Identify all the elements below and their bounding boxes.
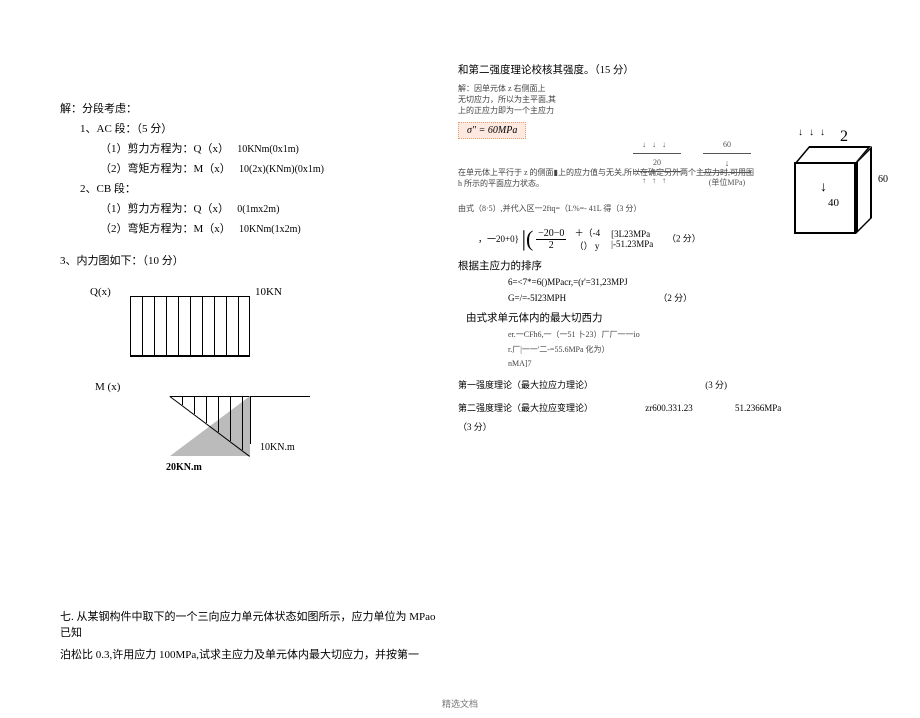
intro: 解：分段考虑： xyxy=(60,100,440,116)
hatch-line xyxy=(182,396,183,405)
sec1-q-expr: 10KNm(0x1m) xyxy=(237,144,299,155)
hatch-line xyxy=(178,296,179,356)
sec2-m-label: （2）弯矩方程为：M（x） xyxy=(100,223,231,235)
score-2a: （2 分） xyxy=(667,234,701,244)
tau-a: er.一CFh6,一（一51 卜23）厂厂一一io xyxy=(458,329,898,340)
bar-icon xyxy=(633,153,681,154)
ten-kn-label: 10KN xyxy=(255,286,282,298)
sec2-q-expr: 0(1mx2m) xyxy=(237,204,279,215)
right-para1a: 解：因单元体 z 右侧面上 xyxy=(458,83,898,94)
sigma-box: σ" = 60MPa xyxy=(458,122,526,139)
cube-label-2: 2 xyxy=(840,128,848,146)
shear-axis xyxy=(130,356,250,357)
right-para1c: 上的正应力即为一个主应力 xyxy=(458,105,898,116)
sec1-m-label: （2）弯矩方程为：M（x） xyxy=(100,163,231,175)
hatch-line xyxy=(218,396,219,432)
bracket-b: |-51.23MPa xyxy=(611,239,653,249)
frac-num: −20−0 xyxy=(536,228,566,240)
moment-diagram: M (x) 10KN.m 20KN.m xyxy=(130,376,330,496)
cube-label-40: 40 xyxy=(828,197,839,209)
hatch-line xyxy=(202,296,203,356)
frac-y: （） y xyxy=(575,241,600,251)
sec2-q-label: （1）剪力方程为：Q（x） xyxy=(100,203,229,215)
right-column: 和第二强度理论校核其强度。（15 分） 解：因单元体 z 右侧面上 无切应力，所… xyxy=(458,62,898,437)
cube-front-face xyxy=(794,162,856,234)
fraction: −20−0 2 xyxy=(536,228,566,251)
arrows-icon: ↓↓↓ xyxy=(633,140,681,149)
bar-icon xyxy=(703,172,751,173)
hatch-line xyxy=(226,296,227,356)
q-of-x-label: Q(x) xyxy=(90,286,111,298)
sec2-q-row: （1）剪力方程为：Q（x） 0(1mx2m) xyxy=(60,200,440,216)
theory1-row: 第一强度理论（最大拉应力理论） (3 分) xyxy=(458,378,898,391)
shear-diagram: Q(x) 10KN xyxy=(130,286,290,366)
hatch-line xyxy=(238,296,239,356)
sec2-m-expr: 10KNm(1x2m) xyxy=(239,224,301,235)
theory2-val: zr600.331.23 xyxy=(645,403,693,413)
cube-down-arrows-icon: ↓↓↓ xyxy=(798,127,831,138)
arrows-icon: ↑↑↑ xyxy=(633,176,681,185)
hatch-line xyxy=(194,396,195,414)
theory2-row: 第二强度理论（最大拉应变理论） zr600.331.23 51.2366MPa xyxy=(458,401,898,414)
bracket-a: [3L23MPa xyxy=(611,229,650,239)
hatch-line xyxy=(230,396,231,441)
hatch-line xyxy=(190,296,191,356)
twenty-knm-label: 20KN.m xyxy=(166,462,202,473)
sort-b-text: G=/=-5I23MPH xyxy=(508,293,566,303)
cube-label-60: 60 xyxy=(878,174,888,185)
hatch-line xyxy=(154,296,155,356)
theory1-score: (3 分) xyxy=(705,380,727,390)
sort-b: G=/=-5I23MPH （2 分） xyxy=(458,291,898,304)
theory2-label: 第二强度理论（最大拉应变理论） xyxy=(458,403,593,413)
frac-pre: ，一20+0} xyxy=(458,234,519,244)
mini3-label: (单位MPa) xyxy=(709,178,745,187)
score-2b: （2 分） xyxy=(658,293,692,303)
moment-vert xyxy=(250,396,251,444)
m-of-x-label: M (x) xyxy=(95,381,120,393)
frac-den: 2 xyxy=(536,240,566,251)
paren-big-icon: |( xyxy=(522,229,534,249)
problem7-line-a: 七. 从某钢构件中取下的一个三向应力单元体状态如图所示，应力单位为 MPao 已… xyxy=(60,608,440,640)
sec2-title: 2、CB 段： xyxy=(60,180,440,196)
frac-mid: ＋（-4 xyxy=(575,228,601,238)
sec1-q-row: （1）剪力方程为：Q（x） 10KNm(0x1m) xyxy=(60,140,440,156)
mini-sketch-2: 60 ↓ (单位MPa) xyxy=(703,140,751,188)
cube-side-face xyxy=(856,146,872,234)
page-footer: 精选文档 xyxy=(0,697,920,710)
hatch-line xyxy=(166,296,167,356)
hatch-line xyxy=(214,296,215,356)
theory2-mpa: 51.2366MPa xyxy=(735,403,781,413)
hatch-line xyxy=(242,396,243,450)
sec1-m-row: （2）弯矩方程为：M（x） 10(2x)(KNm)(0x1m) xyxy=(60,160,440,176)
moment-hypotenuse xyxy=(170,396,250,456)
sec1-title: 1、AC 段：（5 分） xyxy=(60,120,440,136)
theory1-label: 第一强度理论（最大拉应力理论） xyxy=(458,380,593,390)
ten-knm-label: 10KN.m xyxy=(260,442,295,453)
theory2-score: （3 分） xyxy=(458,420,898,433)
sec1-m-expr: 10(2x)(KNm)(0x1m) xyxy=(239,164,324,175)
tau-title: 由式求单元体内的最大切西力 xyxy=(458,310,898,325)
sec1-q-label: （1）剪力方程为：Q（x） xyxy=(100,143,229,155)
cube-figure: ↓↓↓ 2 ↓ 40 60 xyxy=(778,132,898,282)
right-para1b: 无切应力，所以为主平面,其 xyxy=(458,94,898,105)
problem7-line-b: 泊松比 0.3,许用应力 100MPa,试求主应力及单元体内最大切应力，并按第一 xyxy=(60,646,440,662)
mini1-label: 20 xyxy=(653,158,661,167)
left-column: 解：分段考虑： 1、AC 段：（5 分） （1）剪力方程为：Q（x） 10KNm… xyxy=(60,100,440,666)
bar-icon xyxy=(703,153,751,154)
arrow-down-icon: ↓ xyxy=(820,180,827,196)
hatch-line xyxy=(206,396,207,423)
right-heading: 和第二强度理论校核其强度。（15 分） xyxy=(458,62,898,77)
hatch-line xyxy=(142,296,143,356)
sec2-m-row: （2）弯矩方程为：M（x） 10KNm(1x2m) xyxy=(60,220,440,236)
mini-sketch-1: ↓↓↓ 20 ↑↑↑ xyxy=(633,140,681,185)
mini2-label: 60 xyxy=(723,140,731,149)
diag-title: 3、内力图如下：（10 分） xyxy=(60,252,440,268)
tau-c: nMA]7 xyxy=(458,359,898,368)
tau-b: r.厂|一一'二-=55.6MPa 化为） xyxy=(458,344,898,355)
bar-icon xyxy=(633,171,681,172)
